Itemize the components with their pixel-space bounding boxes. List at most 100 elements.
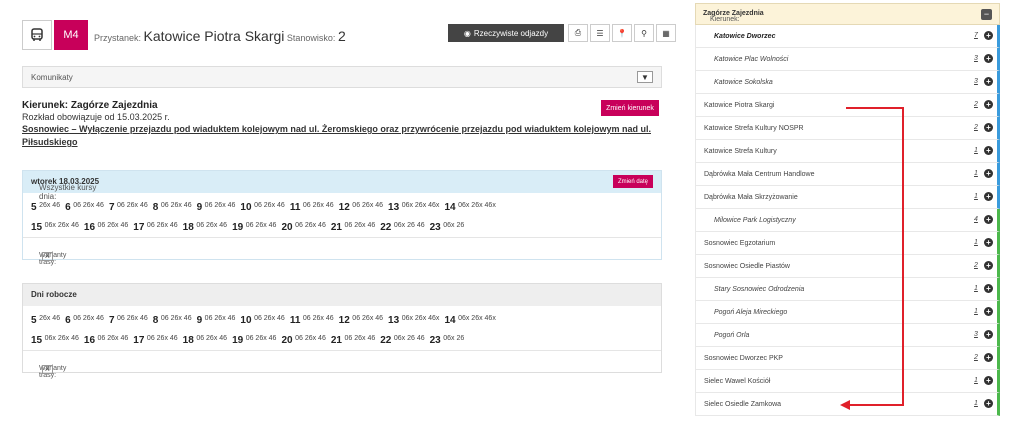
hour-entry[interactable]: 21 06 26x 46 (331, 330, 375, 350)
chevron-down-icon[interactable]: ▼ (637, 71, 653, 83)
stop-row-platform-link[interactable]: 7 (974, 32, 978, 39)
stop-row-platform-link[interactable]: 1 (974, 147, 978, 154)
plus-circle-icon[interactable]: + (984, 100, 993, 109)
route-notice-link[interactable]: Sosnowiec – Wyłączenie przejazdu pod wia… (22, 123, 652, 149)
stop-row[interactable]: Katowice Plac Wolności 3 + (695, 48, 1000, 71)
stop-row-platform-link[interactable]: 1 (974, 377, 978, 384)
stop-row[interactable]: Sosnowiec Dworzec PKP 2 + (695, 347, 1000, 370)
hour-entry[interactable]: 15 06x 26x 46 (31, 330, 79, 350)
plus-circle-icon[interactable]: + (984, 169, 993, 178)
bus-button[interactable] (22, 20, 52, 50)
hour-entry[interactable]: 22 06x 26 46 (380, 217, 424, 237)
variant-x[interactable]: X (42, 252, 53, 261)
stop-row[interactable]: Katowice Piotra Skargi 2 + (695, 94, 1000, 117)
hour-entry[interactable]: 14 06x 26x 46x (444, 197, 495, 217)
hour-entry[interactable]: 6 06 26x 46 (65, 310, 104, 330)
plus-circle-icon[interactable]: + (984, 399, 993, 408)
hour-entry[interactable]: 12 06 26x 46 (339, 197, 383, 217)
print-button[interactable]: ⎙ (568, 24, 588, 42)
hour-entry[interactable]: 20 06 26x 46 (281, 330, 325, 350)
hour-entry[interactable]: 22 06x 26 46 (380, 330, 424, 350)
plus-circle-icon[interactable]: + (984, 238, 993, 247)
map-marker-button[interactable]: ⚲ (634, 24, 654, 42)
hour-entry[interactable]: 13 06x 26x 46x (388, 310, 439, 330)
stop-row[interactable]: Stary Sosnowiec Odrodzenia 1 + (695, 278, 1000, 301)
hour-entry[interactable]: 18 06 26x 46 (183, 217, 227, 237)
stop-row-platform-link[interactable]: 1 (974, 400, 978, 407)
qr-button[interactable]: ▦ (656, 24, 676, 42)
hour-entry[interactable]: 17 06 26x 46 (133, 217, 177, 237)
plus-circle-icon[interactable]: + (984, 54, 993, 63)
hour-entry[interactable]: 16 06 26x 46 (84, 217, 128, 237)
stop-row[interactable]: Sosnowiec Egzotarium 1 + (695, 232, 1000, 255)
hour-entry[interactable]: 19 06 26x 46 (232, 217, 276, 237)
hour-entry[interactable]: 20 06 26x 46 (281, 217, 325, 237)
plus-circle-icon[interactable]: + (984, 123, 993, 132)
stop-row[interactable]: Pogoń Orla 3 + (695, 324, 1000, 347)
hour-entry[interactable]: 21 06 26x 46 (331, 217, 375, 237)
stop-row[interactable]: Katowice Sokolska 3 + (695, 71, 1000, 94)
hour-entry[interactable]: 13 06x 26x 46x (388, 197, 439, 217)
stop-row-platform-link[interactable]: 3 (974, 331, 978, 338)
hour-entry[interactable]: 18 06 26x 46 (183, 330, 227, 350)
variant-x[interactable]: X (42, 365, 53, 374)
route-direction-header[interactable]: Kierunek: Zagórze Zajezdnia − (695, 3, 1000, 25)
stop-row-platform-link[interactable]: 1 (974, 285, 978, 292)
plus-circle-icon[interactable]: + (984, 31, 993, 40)
stop-row[interactable]: Katowice Strefa Kultury NOSPR 2 + (695, 117, 1000, 140)
plus-circle-icon[interactable]: + (984, 376, 993, 385)
stop-row[interactable]: Katowice Strefa Kultury 1 + (695, 140, 1000, 163)
stop-row-platform-link[interactable]: 2 (974, 354, 978, 361)
hour-entry[interactable]: 9 06 26x 46 (197, 310, 236, 330)
plus-circle-icon[interactable]: + (984, 215, 993, 224)
hour-entry[interactable]: 8 06 26x 46 (153, 310, 192, 330)
hour-entry[interactable]: 5 26x 46 (31, 310, 60, 330)
announcements-bar[interactable]: Komunikaty ▼ (22, 66, 662, 88)
hour-entry[interactable]: 23 06x 26 (430, 217, 465, 237)
hour-entry[interactable]: 11 06 26x 46 (290, 310, 334, 330)
stop-row[interactable]: Katowice Dworzec 7 + (695, 25, 1000, 48)
plus-circle-icon[interactable]: + (984, 261, 993, 270)
hour-entry[interactable]: 15 06x 26x 46 (31, 217, 79, 237)
line-badge[interactable]: M4 (54, 20, 88, 50)
stop-row[interactable]: Dąbrówka Mała Skrzyżowanie 1 + (695, 186, 1000, 209)
stop-row-platform-link[interactable]: 1 (974, 193, 978, 200)
stop-row[interactable]: Sielec Osiedle Zamkowa 1 + (695, 393, 1000, 416)
hour-entry[interactable]: 12 06 26x 46 (339, 310, 383, 330)
stop-row[interactable]: Sosnowiec Osiedle Piastów 2 + (695, 255, 1000, 278)
plus-circle-icon[interactable]: + (984, 146, 993, 155)
stop-row[interactable]: Dąbrówka Mała Centrum Handlowe 1 + (695, 163, 1000, 186)
hour-entry[interactable]: 17 06 26x 46 (133, 330, 177, 350)
stop-row-platform-link[interactable]: 3 (974, 55, 978, 62)
stop-row-platform-link[interactable]: 2 (974, 262, 978, 269)
realtime-departures-button[interactable]: ◉ Rzeczywiste odjazdy (448, 24, 564, 42)
stop-row[interactable]: Milowice Park Logistyczny 4 + (695, 209, 1000, 232)
stop-row-platform-link[interactable]: 1 (974, 239, 978, 246)
hour-entry[interactable]: 19 06 26x 46 (232, 330, 276, 350)
hour-entry[interactable]: 23 06x 26 (430, 330, 465, 350)
stop-row[interactable]: Sielec Wawel Kościół 1 + (695, 370, 1000, 393)
plus-circle-icon[interactable]: + (984, 77, 993, 86)
stop-row-platform-link[interactable]: 1 (974, 308, 978, 315)
plus-circle-icon[interactable]: + (984, 192, 993, 201)
list-button[interactable]: ☰ (590, 24, 610, 42)
hour-entry[interactable]: 14 06x 26x 46x (444, 310, 495, 330)
change-direction-button[interactable]: Zmień kierunek (601, 100, 659, 116)
hour-entry[interactable]: 10 06 26x 46 (240, 310, 284, 330)
stop-row-platform-link[interactable]: 2 (974, 101, 978, 108)
hour-entry[interactable]: 9 06 26x 46 (197, 197, 236, 217)
pin-button[interactable]: 📍 (612, 24, 632, 42)
plus-circle-icon[interactable]: + (984, 307, 993, 316)
stop-row-platform-link[interactable]: 1 (974, 170, 978, 177)
plus-circle-icon[interactable]: + (984, 284, 993, 293)
hour-entry[interactable]: 7 06 26x 46 (109, 197, 148, 217)
hour-entry[interactable]: 8 06 26x 46 (153, 197, 192, 217)
stop-row-platform-link[interactable]: 3 (974, 78, 978, 85)
stop-row[interactable]: Pogoń Aleja Mireckiego 1 + (695, 301, 1000, 324)
plus-circle-icon[interactable]: + (984, 353, 993, 362)
hour-entry[interactable]: 7 06 26x 46 (109, 310, 148, 330)
change-date-button[interactable]: Zmień datę (613, 175, 653, 188)
stop-row-platform-link[interactable]: 2 (974, 124, 978, 131)
plus-circle-icon[interactable]: + (984, 330, 993, 339)
hour-entry[interactable]: 10 06 26x 46 (240, 197, 284, 217)
